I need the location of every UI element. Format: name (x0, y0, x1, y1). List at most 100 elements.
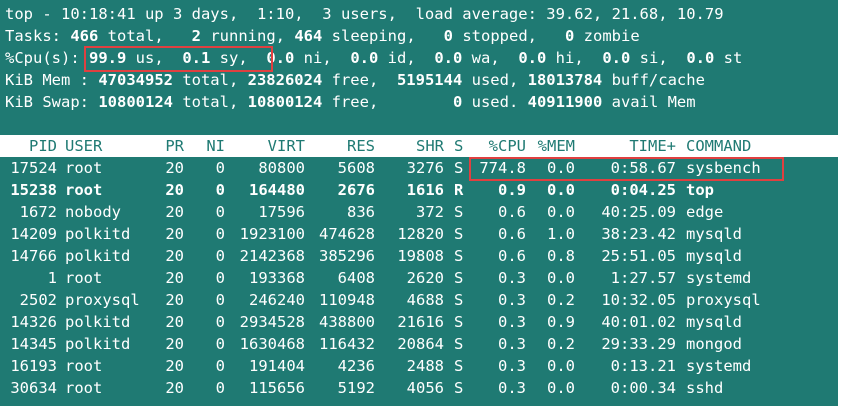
cell-time: 29:33.29 (601, 335, 676, 353)
process-row[interactable]: 30634 root 20 0 115656 5192 4056 S 0.3 0.0 0:00.34… (0, 377, 844, 399)
cell-virt: 2142368 (239, 247, 305, 265)
cell-res: 2676 (337, 181, 375, 199)
cell-pr: 20 (165, 247, 184, 265)
cell-cpu: 0.6 (498, 225, 526, 243)
cell-user: polkitd (65, 247, 131, 265)
cell-cpu: 0.3 (498, 313, 526, 331)
cell-res: 438800 (319, 313, 375, 331)
summary-value: 0.0 (350, 49, 379, 67)
process-row[interactable]: 16193 root 20 0 191404 4236 2488 S 0.3 0.0 0:13.21… (0, 355, 844, 377)
process-row[interactable]: 2502 proxysql 20 0 246240 110948 4688 S 0.3 0.2 10… (0, 289, 844, 311)
cell-cpu: 0.3 (498, 335, 526, 353)
process-row[interactable]: 1 root 20 0 193368 6408 2620 S 0.3 0.0 1:27.57 syst… (0, 267, 844, 289)
cell-cpu: 0.3 (498, 357, 526, 375)
cell-mem: 0.0 (547, 379, 575, 397)
cell-s: S (454, 203, 464, 221)
cell-pr: 20 (165, 181, 184, 199)
cell-virt: 191404 (249, 357, 305, 375)
cell-time: 38:23.42 (601, 225, 676, 243)
cell-shr: 19808 (397, 247, 444, 265)
cell-pid: 14345 (10, 335, 57, 353)
mem-line: KiB Mem : 47034952 total, 23826024 free,… (5, 69, 705, 91)
column-header-s: S (454, 137, 464, 155)
summary-value: 0.0 (518, 49, 547, 67)
summary-label: buff/cache (602, 71, 705, 89)
column-header-cmd: COMMAND (686, 137, 752, 155)
cell-virt: 17596 (258, 203, 305, 221)
cell-time: 0:04.25 (610, 181, 676, 199)
cell-mem: 0.2 (547, 291, 575, 309)
cell-time: 1:27.57 (610, 269, 676, 287)
column-header-user: USER (65, 137, 103, 155)
summary-label: avail Mem (602, 93, 696, 111)
summary-value: 23826024 (247, 71, 323, 89)
cell-pr: 20 (165, 313, 184, 331)
summary-label: used, (462, 71, 528, 89)
summary-label: running, (201, 27, 295, 45)
process-row[interactable]: 14326 polkitd 20 0 2934528 438800 21616 S 0.3 0.9… (0, 311, 844, 333)
column-header-shr: SHR (416, 137, 444, 155)
cell-virt: 164480 (249, 181, 305, 199)
cell-pid: 16193 (10, 357, 57, 375)
cell-res: 836 (347, 203, 375, 221)
cell-shr: 2620 (406, 269, 444, 287)
terminal-window[interactable]: top - 10:18:41 up 3 days, 1:10, 3 users,… (0, 0, 844, 406)
cell-pr: 20 (165, 269, 184, 287)
summary-label: total, (172, 93, 248, 111)
window-edge (838, 0, 844, 406)
cell-time: 25:51.05 (601, 247, 676, 265)
column-header-mem: %MEM (537, 137, 575, 155)
cell-user: nobody (65, 203, 121, 221)
cell-cmd: edge (686, 203, 724, 221)
cell-ni: 0 (215, 291, 225, 309)
swap-line: KiB Swap: 10800124 total, 10800124 free,… (5, 91, 696, 113)
cell-cmd: mysqld (686, 225, 742, 243)
process-row[interactable]: 15238 root 20 0 164480 2676 1616 R 0.9 0.0 0:04.25… (0, 179, 844, 201)
summary-value: 2 (191, 27, 201, 45)
cell-res: 116432 (319, 335, 375, 353)
cell-pid: 17524 (10, 159, 57, 177)
cell-s: S (454, 357, 464, 375)
cell-s: S (454, 159, 464, 177)
cell-cpu: 0.6 (498, 247, 526, 265)
process-row[interactable]: 14766 polkitd 20 0 2142368 385296 19808 S 0.6 0.8… (0, 245, 844, 267)
cell-cpu: 0.3 (498, 269, 526, 287)
cell-ni: 0 (215, 225, 225, 243)
cell-mem: 0.0 (547, 269, 575, 287)
cell-virt: 2934528 (239, 313, 305, 331)
summary-label: Tasks: (5, 27, 71, 45)
summary-label: st (714, 49, 743, 67)
cell-user: root (65, 269, 103, 287)
summary-value: 5195144 (396, 71, 463, 89)
cell-s: S (454, 313, 464, 331)
summary-value: 466 (70, 27, 99, 45)
summary-label: id, (378, 49, 435, 67)
cell-cmd: proxysql (686, 291, 761, 309)
cell-ni: 0 (215, 313, 225, 331)
summary-value: 0.0 (602, 49, 631, 67)
summary-label: si, (630, 49, 687, 67)
cell-res: 6408 (337, 269, 375, 287)
summary-value: 464 (294, 27, 323, 45)
process-row[interactable]: 1672 nobody 20 0 17596 836 372 S 0.6 0.0 40:25.09 e… (0, 201, 844, 223)
cell-s: S (454, 335, 464, 353)
cell-s: S (454, 269, 464, 287)
cell-user: root (65, 159, 103, 177)
summary-label: KiB Swap: (5, 93, 99, 111)
cell-time: 40:25.09 (601, 203, 676, 221)
cell-time: 10:32.05 (601, 291, 676, 309)
summary-value: 10800124 (247, 93, 323, 111)
cell-pid: 14766 (10, 247, 57, 265)
summary-value: 0.0 (434, 49, 463, 67)
column-header-time: TIME+ (629, 137, 676, 155)
summary-label: sleeping, (322, 27, 444, 45)
cell-shr: 21616 (397, 313, 444, 331)
cell-shr: 372 (416, 203, 444, 221)
cell-ni: 0 (215, 181, 225, 199)
column-header-pr: PR (165, 137, 184, 155)
process-row[interactable]: 14209 polkitd 20 0 1923100 474628 12820 S 0.6 1.0… (0, 223, 844, 245)
process-row[interactable]: 14345 polkitd 20 0 1630468 116432 20864 S 0.3 0.2… (0, 333, 844, 355)
cell-cmd: sshd (686, 379, 724, 397)
cell-virt: 246240 (249, 291, 305, 309)
cell-user: root (65, 379, 103, 397)
